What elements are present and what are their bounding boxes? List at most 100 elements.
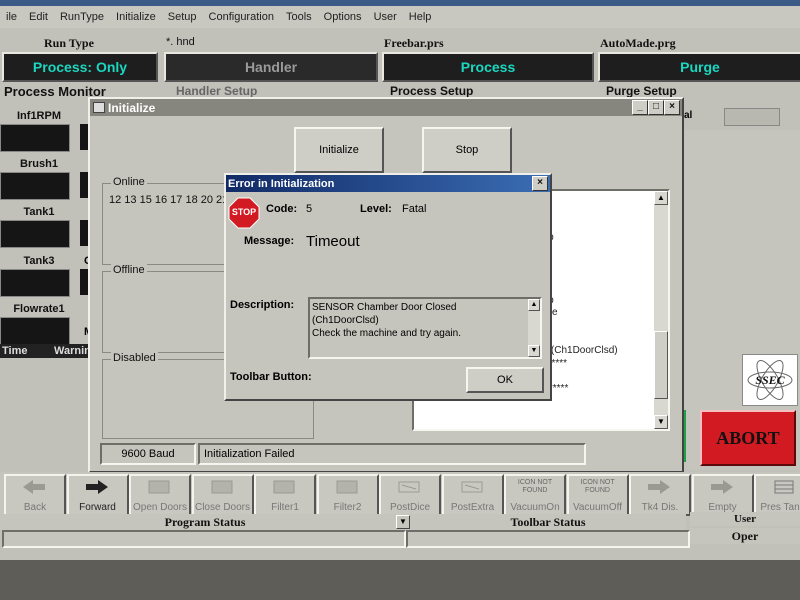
scroll-up-icon[interactable]: ▲ <box>654 191 668 205</box>
message-value: Timeout <box>306 233 360 250</box>
toolbar-button-postextra[interactable]: PostExtra <box>441 474 504 516</box>
close-icon[interactable]: × <box>532 176 548 191</box>
missing-icon: ICON NOT FOUND <box>517 479 553 494</box>
purge-button[interactable]: Purge <box>598 52 800 82</box>
scroll-down-icon[interactable]: ▼ <box>654 415 668 429</box>
toolbar-button-filter2[interactable]: Filter2 <box>316 474 379 516</box>
pm-value-tank3 <box>0 269 70 297</box>
toolbar-status: Toolbar Status <box>410 514 686 530</box>
log-scrollbar[interactable]: ▲ ▼ <box>654 191 668 429</box>
offline-label: Offline <box>111 264 147 276</box>
scroll-up-icon[interactable]: ▲ <box>528 299 540 311</box>
runtype-label: Run Type <box>44 36 94 50</box>
placeholder-icon <box>271 479 297 495</box>
toolbar-button-back[interactable]: Back <box>4 474 66 516</box>
error-dialog: Error in Initialization × STOP Code: 5 L… <box>224 173 552 401</box>
stop-button[interactable]: Stop <box>422 127 512 173</box>
toolbar-button-close-doors[interactable]: Close Doors <box>191 474 254 516</box>
toolbar-button-label: Back <box>23 502 47 513</box>
handler-button[interactable]: Handler <box>164 52 378 82</box>
toolbar-button-vacuumon[interactable]: ICON NOT FOUND VacuumOn <box>504 474 566 516</box>
scroll-down-icon[interactable]: ▼ <box>528 345 540 357</box>
user-value: Oper <box>690 528 800 544</box>
code-label: Code: <box>266 203 298 215</box>
disabled-label: Disabled <box>111 352 158 364</box>
arrow-right-icon <box>709 479 735 495</box>
menu-item[interactable]: Options <box>324 11 362 23</box>
toolbar-button-pres-tanks[interactable]: Pres Tanks <box>754 474 800 516</box>
description-scrollbar[interactable]: ▲ ▼ <box>528 299 540 357</box>
process-button[interactable]: Process <box>382 52 594 82</box>
baud-field: 9600 Baud <box>100 443 196 465</box>
level-value: Fatal <box>402 203 427 215</box>
menu-item[interactable]: Help <box>409 11 432 23</box>
initialize-button[interactable]: Initialize <box>294 127 384 173</box>
toolbar-button-label: PostExtra <box>450 502 495 513</box>
warning-label: Warnin <box>54 345 91 357</box>
arrow-right-icon <box>646 479 672 495</box>
process-file-label: Freebar.prs <box>384 36 444 50</box>
maximize-icon[interactable]: □ <box>648 100 664 115</box>
toolbar-button-open-doors[interactable]: Open Doors <box>129 474 191 516</box>
toolbar-button-label: VacuumOn <box>510 502 560 513</box>
toolbar-button-label: Tk4 Dis. <box>641 502 679 513</box>
scroll-thumb[interactable] <box>654 331 668 399</box>
toolbar-button-label: Forward <box>79 502 116 513</box>
online-label: Online <box>111 176 147 188</box>
description-box[interactable]: SENSOR Chamber Door Closed (Ch1DoorClsd) C… <box>308 297 542 359</box>
toolbar-button-filter1[interactable]: Filter1 <box>254 474 316 516</box>
toolbar-button-label: Close Doors <box>194 502 251 513</box>
toolbar-button-label: Filter2 <box>333 502 362 513</box>
ssec-logo: SSEC <box>742 354 798 406</box>
minimize-icon[interactable]: _ <box>632 100 648 115</box>
pm-label-inf1rpm: Inf1RPM <box>17 110 61 122</box>
pm-label-flowrate1: Flowrate1 <box>13 303 65 315</box>
forward-arrow-icon <box>84 479 110 495</box>
ok-button[interactable]: OK <box>466 367 544 393</box>
pm-value-flowrate1 <box>0 317 70 345</box>
menu-item[interactable]: Edit <box>29 11 48 23</box>
program-status-field <box>2 530 406 548</box>
init-status-field: Initialization Failed <box>198 443 586 465</box>
placeholder-icon <box>146 479 172 495</box>
online-values: 12 13 15 16 17 18 20 21 <box>109 194 229 206</box>
toolbar-button-label: Open Doors <box>133 502 187 513</box>
placeholder-icon <box>334 479 360 495</box>
toolbar-button-postdice[interactable]: PostDice <box>379 474 441 516</box>
chevron-down-icon[interactable]: ▼ <box>396 515 410 529</box>
pm-label-tank1: Tank1 <box>23 206 55 218</box>
error-titlebar: Error in Initialization × <box>226 175 550 192</box>
toolbar-button-vacuumoff[interactable]: ICON NOT FOUND VacuumOff <box>566 474 629 516</box>
menu-item[interactable]: Tools <box>286 11 312 23</box>
tool-icon <box>396 479 422 495</box>
purge-field <box>724 108 780 126</box>
stop-icon-text: STOP <box>231 207 257 217</box>
menu-item[interactable]: ile <box>6 11 17 23</box>
description-line: SENSOR Chamber Door Closed <box>312 302 457 313</box>
pm-label-brush1: Brush1 <box>20 158 58 170</box>
menu-item[interactable]: User <box>374 11 397 23</box>
handler-file-label: *. hnd <box>166 36 195 48</box>
abort-button[interactable]: ABORT <box>700 410 796 466</box>
purge-file-label: AutoMade.prg <box>600 36 676 50</box>
close-icon[interactable]: × <box>664 100 680 115</box>
pm-label-tank3: Tank3 <box>23 255 55 267</box>
toolbar-status-field <box>406 530 690 548</box>
pm-value-brush1 <box>0 172 70 200</box>
menu-item[interactable]: Configuration <box>209 11 274 23</box>
description-line: Check the machine and try again. <box>312 328 461 339</box>
menu-item[interactable]: Initialize <box>116 11 156 23</box>
menu-item[interactable]: Setup <box>168 11 197 23</box>
message-label: Message: <box>244 235 295 247</box>
runtype-button[interactable]: Process: Only <box>2 52 158 82</box>
handler-setup-title: Handler Setup <box>176 84 258 98</box>
toolbar-button-tk4-dis-[interactable]: Tk4 Dis. <box>629 474 691 516</box>
initialize-titlebar: Initialize _ □ × <box>90 99 682 116</box>
menu-item[interactable]: RunType <box>60 11 104 23</box>
process-setup-title: Process Setup <box>390 84 474 98</box>
toolbar-button-empty[interactable]: Empty <box>691 474 754 516</box>
tank-icon <box>771 479 797 495</box>
toolbar-button-forward[interactable]: Forward <box>66 474 129 516</box>
user-label: User <box>690 512 800 526</box>
toolbar-button-label: VacuumOff <box>572 502 623 513</box>
